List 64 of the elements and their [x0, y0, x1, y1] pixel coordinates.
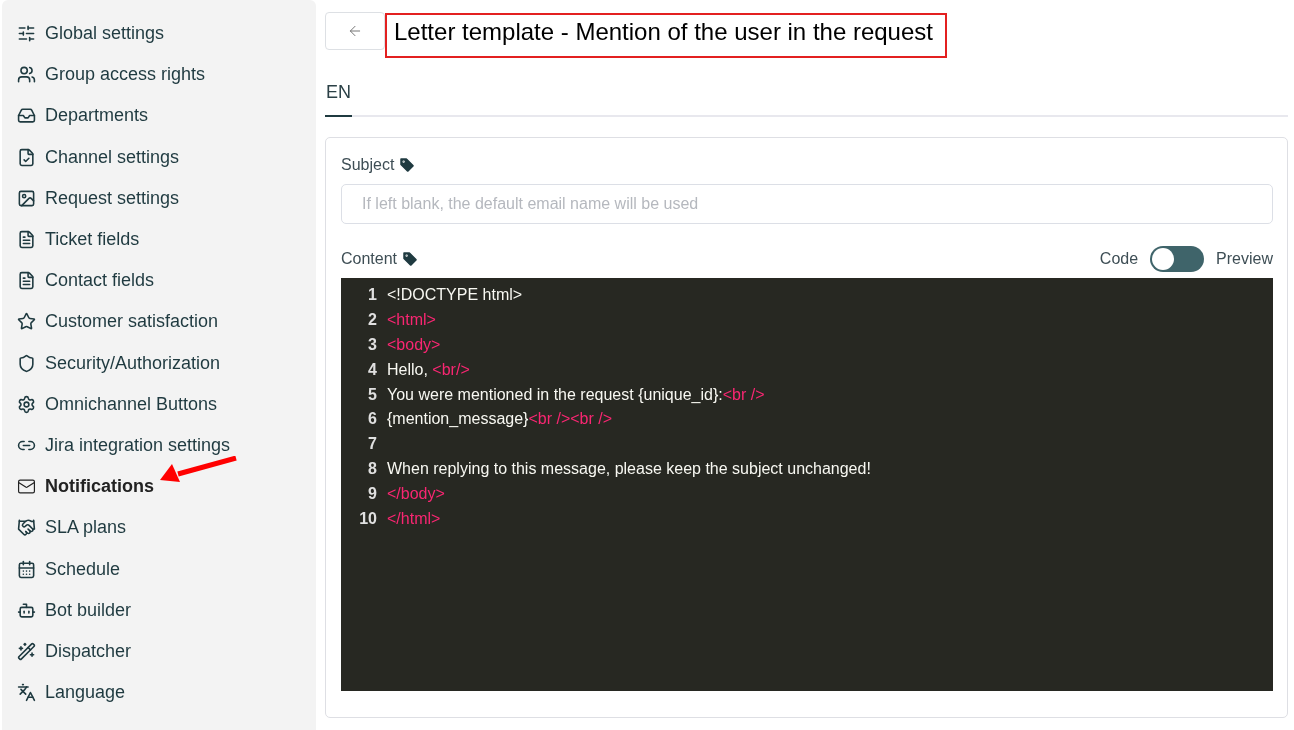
- sidebar-item[interactable]: Schedule: [2, 548, 316, 590]
- gear-icon: [17, 394, 36, 414]
- sliders-icon: [17, 24, 36, 44]
- tag-icon: [401, 250, 420, 268]
- inbox-icon: [17, 106, 36, 126]
- code-line: {mention_message}<br /><br />: [387, 410, 613, 429]
- sidebar-item[interactable]: Bot builder: [2, 589, 316, 631]
- sidebar-item[interactable]: Dispatcher: [2, 630, 316, 672]
- line-number: 4: [367, 360, 377, 379]
- sidebar-item[interactable]: Channel settings: [2, 136, 316, 178]
- field-label: Content: [341, 250, 398, 268]
- code-line: When replying to this message, please keep the subject unchanged!: [387, 459, 871, 478]
- language-icon: [17, 683, 36, 703]
- checklist-icon: [17, 147, 36, 167]
- handshake-icon: [17, 518, 36, 538]
- line-number: 7: [367, 435, 377, 454]
- sidebar-item[interactable]: Language: [2, 672, 316, 714]
- line-number: 3: [367, 336, 377, 354]
- sidebar-item[interactable]: Request settings: [2, 177, 316, 219]
- sidebar-item[interactable]: Jira integration settings: [2, 424, 316, 467]
- subject-field[interactable]: If left blank, the default email name will be used: [341, 184, 1273, 224]
- line-number: 6: [367, 410, 377, 429]
- line-number: 10: [358, 509, 377, 528]
- toggle-label: Code: [1099, 250, 1139, 268]
- code-line: </html>: [387, 509, 441, 528]
- page-title: Letter template - Mention of the user in the request: [385, 13, 947, 58]
- image-icon: [17, 188, 36, 208]
- sidebar-item[interactable]: Ticket fields: [2, 218, 316, 261]
- code-line: Hello, <br/>: [387, 360, 470, 379]
- back-arrow-icon: [347, 23, 363, 39]
- sidebar-item[interactable]: Notifications: [2, 466, 316, 508]
- code-line: <html>: [387, 311, 436, 330]
- sidebar-item[interactable]: Customer satisfaction: [2, 301, 316, 343]
- sidebar-item[interactable]: Contact fields: [2, 260, 316, 302]
- sidebar-item[interactable]: Group access rights: [2, 54, 316, 96]
- field-label: Subject: [341, 156, 395, 174]
- toggle-label: Preview: [1216, 250, 1273, 268]
- sidebar-item[interactable]: Omnichannel Buttons: [2, 383, 316, 425]
- code-editor[interactable]: [341, 278, 1273, 691]
- line-number: 1: [367, 286, 377, 305]
- line-number: 5: [367, 385, 377, 404]
- line-number: 2: [367, 311, 377, 330]
- mode-switch[interactable]: [1150, 246, 1205, 272]
- line-number: 8: [367, 459, 377, 478]
- sidebar-item[interactable]: Security/Authorization: [2, 342, 316, 384]
- code-line: <body>: [387, 336, 441, 354]
- sidebar-item[interactable]: Departments: [2, 95, 316, 137]
- sidebar-item[interactable]: Global settings: [2, 13, 316, 55]
- document-icon: [17, 271, 36, 291]
- star-icon: [17, 312, 36, 332]
- code-line: </body>: [387, 484, 445, 503]
- code-line: <!DOCTYPE html>: [387, 286, 523, 305]
- back-button[interactable]: [325, 12, 385, 50]
- wand-icon: [17, 641, 36, 661]
- shield-icon: [17, 353, 36, 373]
- calendar-icon: [17, 559, 36, 579]
- language-tab[interactable]: EN: [325, 78, 352, 117]
- code-line: You were mentioned in the request {unique_id}:<br />: [387, 385, 765, 404]
- sidebar-item[interactable]: SLA plans: [2, 507, 316, 549]
- people-icon: [17, 65, 36, 85]
- line-number: 9: [367, 484, 377, 503]
- tag-icon: [398, 156, 417, 174]
- robot-icon: [17, 600, 36, 620]
- document-icon: [17, 230, 36, 250]
